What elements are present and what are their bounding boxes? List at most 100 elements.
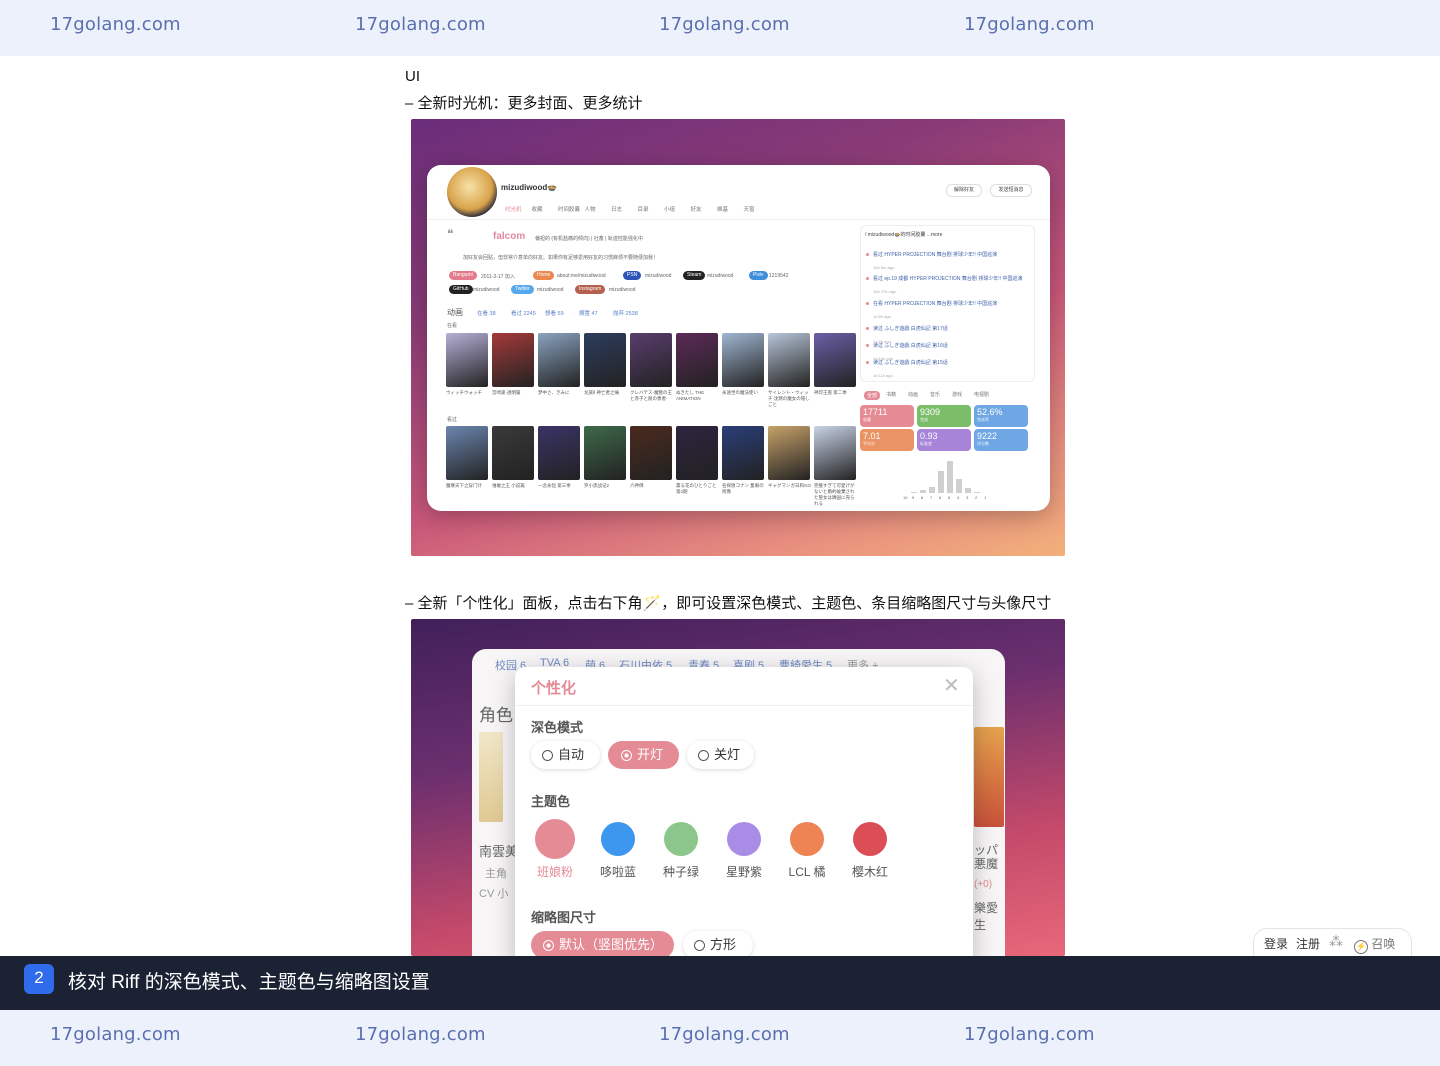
stats-tab[interactable]: 书籍 [886,391,896,398]
anime-poster[interactable] [722,333,764,387]
username: mizudiwood🍲 [501,183,557,192]
stats-tab[interactable]: 全部 [864,391,881,400]
timeline-time: 10h 5m ago [873,265,895,270]
tag-value[interactable]: mizudiwood [707,273,733,279]
tag-value[interactable]: about:me/mizudiwood [557,273,606,279]
timeline-dot [866,327,869,330]
timeline-dot [866,344,869,347]
message-button[interactable]: 发送短消息 [990,184,1032,197]
personalize-panel: 个性化 ✕ 深色模式 自动 开灯 关灯 主题色 班娘粉 哆啦蓝 种子绿 星野紫 LCL … [515,667,973,956]
timeline-entry[interactable]: 在看 HYPER PROJECTION 舞台剧 排球少年!! 中国巡演 [873,301,1023,307]
timeline-entry[interactable]: 看过 ep.19 成都 HYPER PROJECTION 舞台剧 排球少年!! … [873,276,1023,282]
anime-title: 梦中さ、きみに [538,390,570,395]
theme-swatch[interactable] [664,822,698,856]
anime-poster[interactable] [676,426,718,480]
tag-value[interactable]: 1219542 [769,273,788,279]
anime-stat-link[interactable]: 抛弃 2538 [613,309,638,317]
histogram-label: 6 [939,495,942,500]
anime-poster[interactable] [768,333,810,387]
anime-stat-link[interactable]: 搁置 47 [579,309,598,317]
watermark-text: 17golang.com [659,1024,790,1045]
avatar[interactable] [445,165,499,219]
login-link[interactable]: 登录 [1264,935,1288,952]
nav-item[interactable]: 目录 [638,205,649,213]
nav-item[interactable]: 时间胶囊 [558,205,580,213]
anime-title: 宫崎骏·透明篇 [492,390,521,395]
stats-tab[interactable]: 游戏 [952,391,962,398]
stat-value: 9222 [977,431,998,441]
nav-item[interactable]: 好友 [691,205,702,213]
characters-heading: 角色 [479,706,513,725]
anime-poster[interactable] [768,426,810,480]
dark-option-on[interactable]: 开灯 [608,741,679,769]
dark-option-off[interactable]: 关灯 [687,741,754,769]
timeline-entry[interactable]: 看过 HYPER PROJECTION 舞台剧 排球少年!! 中国巡演 [873,252,1023,258]
nav-item[interactable]: 日志 [611,205,622,213]
anime-poster[interactable] [814,333,856,387]
stat-card: 9309 完成 [917,405,971,427]
character-image [479,732,503,822]
quote-text: 偏袒的 (有机盐痛的倾向) | 社畜 | 轨迹控能强化中 [535,236,643,242]
anime-poster[interactable] [630,426,672,480]
anime-poster[interactable] [584,426,626,480]
timeline-dot [866,361,869,364]
anime-poster[interactable] [584,333,626,387]
anime-stat-link[interactable]: 在看 38 [477,309,496,317]
stats-tab[interactable]: 动画 [908,391,918,398]
username-text: mizudiwood [501,183,548,192]
nav-item[interactable]: 天窗 [744,205,755,213]
stats-tab[interactable]: 音乐 [930,391,940,398]
timeline-entry[interactable]: 读过 ふしぎ遊戯 白虎仙記 第15话 [873,360,1023,366]
anime-poster[interactable] [814,426,856,480]
anime-poster[interactable] [538,426,580,480]
anime-poster[interactable] [630,333,672,387]
tag-value[interactable]: mizudiwood [473,287,499,293]
tag-value[interactable]: mizudiwood [645,273,671,279]
stat-value: 52.6% [977,407,1003,417]
stats-tab[interactable]: 电视剧 [974,391,989,398]
character-name: 南雲美 [479,844,519,859]
anime-poster[interactable] [676,333,718,387]
timeline-time: 1d 11h ago [873,373,893,378]
theme-swatch[interactable] [535,819,575,859]
nav-item[interactable]: 小组 [664,205,675,213]
summon-button[interactable]: ⚡ 召唤 [1354,935,1395,954]
nav-item[interactable]: 收藏 [532,205,543,213]
theme-swatch[interactable] [790,822,824,856]
tag-value[interactable]: mizudiwood [609,287,635,293]
theme-swatch[interactable] [601,822,635,856]
unfriend-button[interactable]: 解除好友 [946,184,982,197]
bio-text: 加好友会回贴，但非常介意单向好友。如果你有足够爱用好友的习惯麻烦不要随便加我！ [463,255,659,261]
tag-value[interactable]: 2011-3-17 加入 [481,273,515,280]
dark-option-auto[interactable]: 自动 [531,741,600,769]
register-link[interactable]: 注册 [1296,935,1320,952]
anime-poster[interactable] [538,333,580,387]
close-icon[interactable]: ✕ [943,673,960,698]
anime-stat-link[interactable]: 看过 2245 [511,309,536,317]
anime-poster[interactable] [492,426,534,480]
loading-icon: ⁂ [1329,933,1343,949]
timeline-dot [866,277,869,280]
nav-item[interactable]: 人物 [585,205,596,213]
anime-stat-link[interactable]: 想看 59 [545,309,564,317]
anime-poster[interactable] [446,333,488,387]
nav-item[interactable]: 维基 [717,205,728,213]
theme-swatch[interactable] [727,822,761,856]
caption-bar: 2 核对 Riff 的深色模式、主题色与缩略图设置 [0,956,1440,1010]
nav-item[interactable]: 时光机 [505,205,522,213]
thumb-option-square[interactable]: 方形 [683,931,753,956]
anime-poster[interactable] [492,333,534,387]
timeline-entry[interactable]: 读过 ふしぎ遊戯 白虎仙記 第16话 [873,343,1023,349]
stat-value: 9309 [920,407,941,417]
character-cv: 樂愛生 [974,901,999,932]
tag-badge: PSN [623,271,642,280]
anime-poster[interactable] [722,426,764,480]
anime-poster[interactable] [446,426,488,480]
timeline-title[interactable]: / mizudiwood🍲的时间胶囊 ...more [865,231,942,238]
watermark-text: 17golang.com [659,14,790,35]
thumb-option-default[interactable]: 默认（竖图优先） [531,931,674,956]
theme-swatch[interactable] [853,822,887,856]
timeline-entry[interactable]: 读过 ふしぎ遊戯 白虎仙記 第17话 [873,326,1023,332]
row-label: 看过 [447,417,458,423]
tag-value[interactable]: mizudiwood [537,287,563,293]
